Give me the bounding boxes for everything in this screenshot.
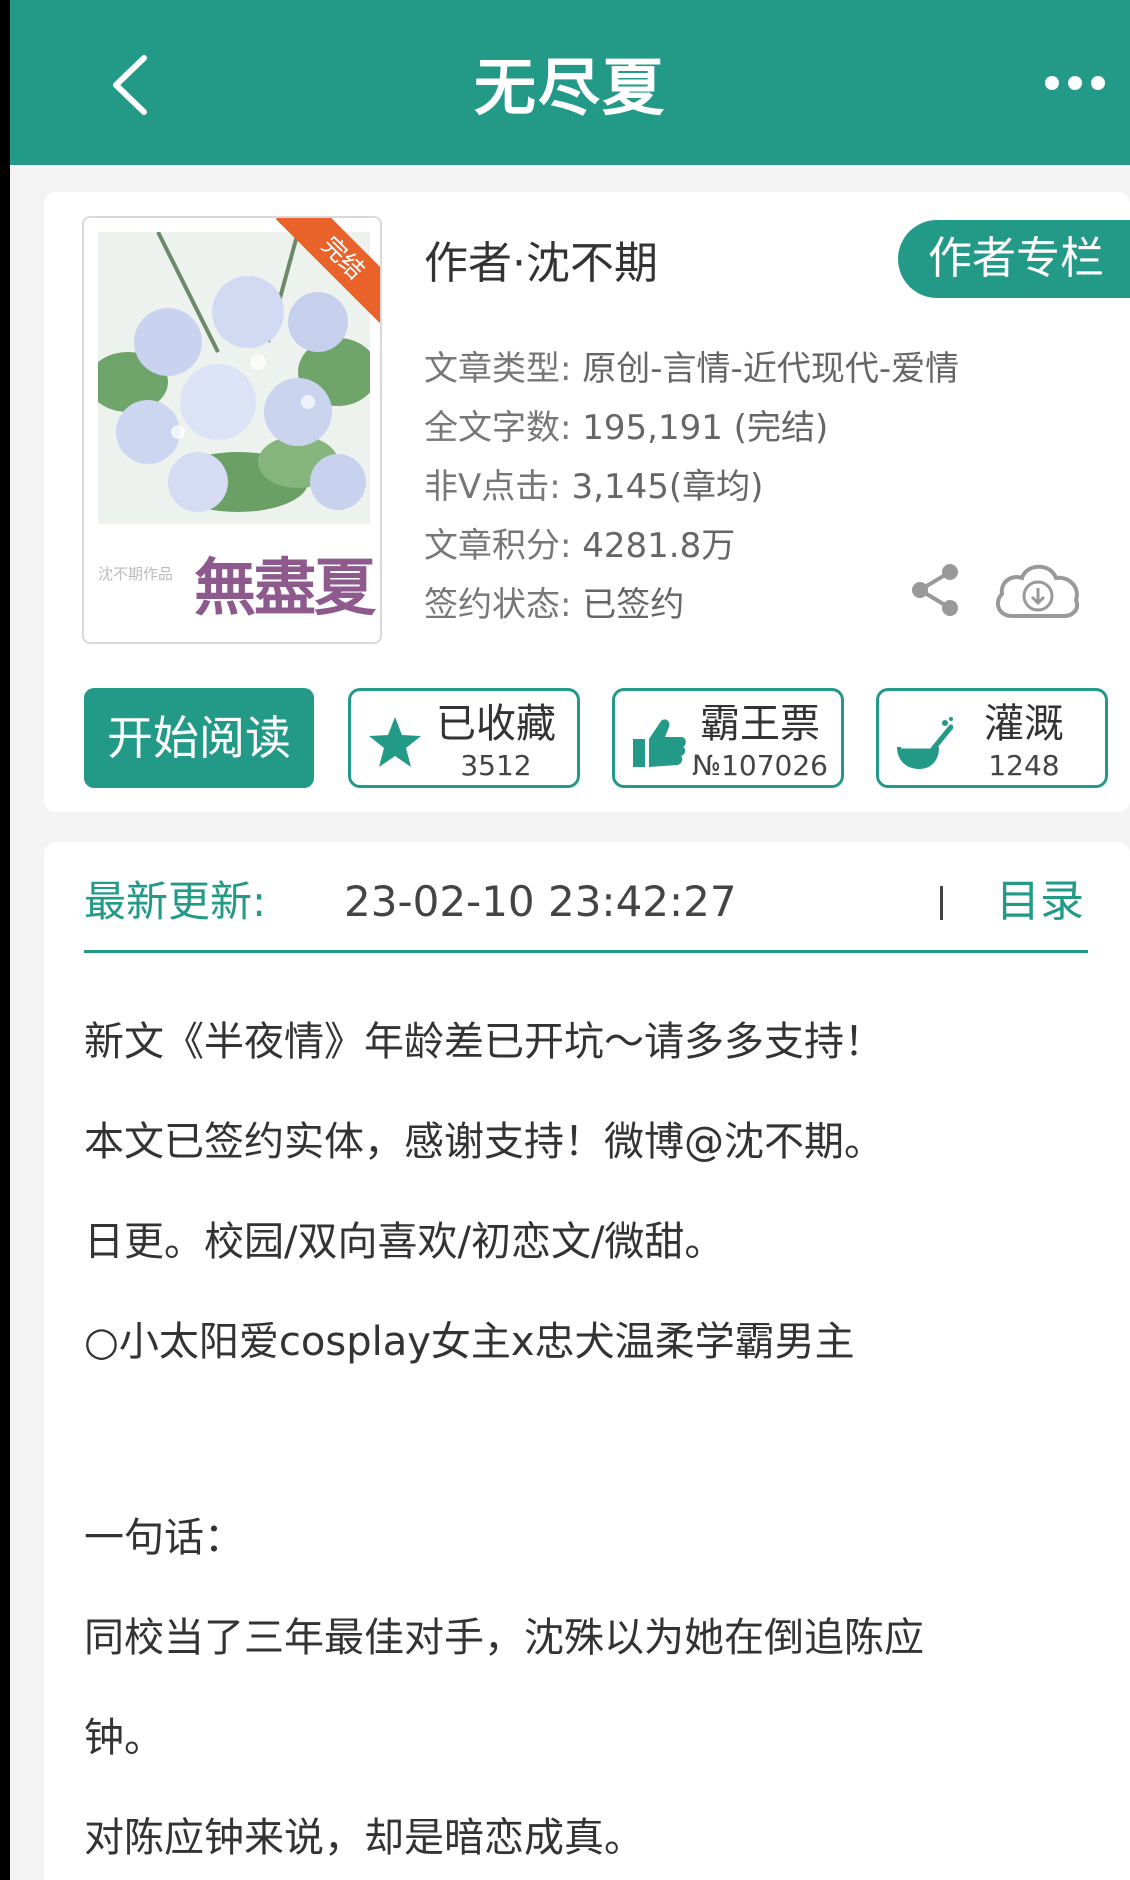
section-underline bbox=[84, 950, 1088, 953]
star-icon bbox=[369, 717, 421, 767]
meta-word-count: 全文字数: 195,191 (完结) bbox=[424, 408, 829, 448]
book-description: 新文《半夜情》年龄差已开坑～请多多支持！ 本文已签约实体，感谢支持！微博@沈不期… bbox=[84, 992, 1094, 1880]
page-title: 无尽夏 bbox=[473, 51, 666, 124]
meta-score: 文章积分: 4281.8万 bbox=[424, 526, 736, 566]
description-blank-line bbox=[84, 1392, 1094, 1488]
irrigate-count: 1248 bbox=[988, 749, 1060, 782]
author-column-button[interactable]: 作者专栏 bbox=[898, 220, 1130, 298]
cloud-download-icon[interactable] bbox=[992, 558, 1082, 624]
overlord-ticket-label: 霸王票 bbox=[700, 701, 820, 747]
book-info-card: 完结 沈不期作品 無盡夏 作者·沈不期 作者专栏 文章类型: 原创-言情-近代现… bbox=[44, 192, 1130, 812]
latest-update-card: 最新更新: 23-02-10 23:42:27 目录 新文《半夜情》年龄差已开坑… bbox=[44, 842, 1130, 1880]
description-line: 一句话： bbox=[84, 1515, 244, 1561]
cover-author-text: 沈不期作品 bbox=[98, 565, 174, 583]
description-line: ○小太阳爱cosplay女主x忠犬温柔学霸男主 bbox=[84, 1319, 855, 1365]
description-line: 对陈应钟来说，却是暗恋成真。 bbox=[84, 1815, 644, 1861]
cover-title-art: 無盡夏 bbox=[194, 551, 376, 624]
app-screen: 无尽夏 完结 沈不期作品 無盡夏 作者·沈不期 作者专栏 文章类型: 原创-言情… bbox=[10, 0, 1130, 1880]
meta-clicks: 非V点击: 3,145(章均) bbox=[424, 467, 764, 507]
top-bar: 无尽夏 bbox=[10, 0, 1130, 165]
divider bbox=[940, 886, 943, 920]
latest-update-time: 23-02-10 23:42:27 bbox=[344, 877, 737, 926]
description-line: 新文《半夜情》年龄差已开坑～请多多支持！ bbox=[84, 1019, 884, 1065]
book-cover[interactable]: 完结 沈不期作品 無盡夏 bbox=[82, 216, 382, 644]
description-line: 同校当了三年最佳对手，沈殊以为她在倒追陈应 bbox=[84, 1615, 924, 1661]
meta-contract: 签约状态: 已签约 bbox=[424, 585, 685, 625]
irrigate-label: 灌溉 bbox=[984, 701, 1064, 747]
overlord-ticket-count: №107026 bbox=[691, 749, 828, 782]
favorite-count: 3512 bbox=[460, 749, 532, 782]
meta-genre: 文章类型: 原创-言情-近代现代-爱情 bbox=[424, 349, 960, 389]
irrigate-button[interactable]: 灌溉 1248 bbox=[876, 688, 1108, 788]
start-reading-button[interactable]: 开始阅读 bbox=[84, 688, 314, 788]
favorite-label: 已收藏 bbox=[436, 701, 556, 747]
description-line: 钟。 bbox=[84, 1715, 164, 1761]
thumbs-up-icon bbox=[633, 719, 686, 767]
description-line: 本文已签约实体，感谢支持！微博@沈不期。 bbox=[84, 1119, 884, 1165]
book-meta-list: 文章类型: 原创-言情-近代现代-爱情 全文字数: 195,191 (完结) 非… bbox=[424, 340, 984, 635]
favorite-button[interactable]: 已收藏 3512 bbox=[348, 688, 580, 788]
overlord-ticket-button[interactable]: 霸王票 №107026 bbox=[612, 688, 844, 788]
more-dots-icon[interactable] bbox=[1040, 68, 1110, 98]
hydrangea-illustration bbox=[98, 232, 370, 524]
share-icon[interactable] bbox=[906, 560, 966, 620]
table-of-contents-link[interactable]: 目录 bbox=[996, 872, 1084, 932]
watering-can-icon bbox=[897, 717, 953, 769]
author-name[interactable]: 作者·沈不期 bbox=[424, 234, 658, 294]
latest-update-label: 最新更新: bbox=[84, 877, 267, 926]
description-line: 日更。校园/双向喜欢/初恋文/微甜。 bbox=[84, 1219, 725, 1265]
